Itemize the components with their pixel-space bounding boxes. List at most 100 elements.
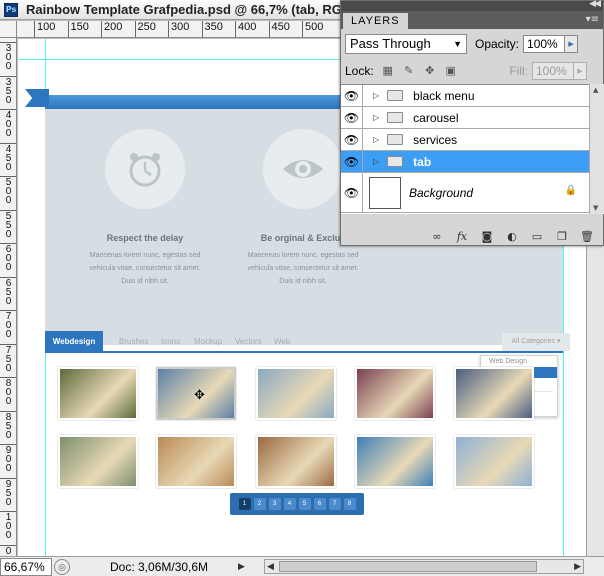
lock-transparency-icon[interactable]: ▦ [381, 64, 395, 78]
thumbnail-image [357, 369, 433, 418]
trash-icon[interactable]: 🗑 [579, 230, 595, 244]
folder-icon [387, 156, 404, 167]
eye-icon[interactable]: 👁 [341, 172, 363, 213]
panel-header[interactable]: ◀◀ [341, 0, 603, 11]
scroll-left-icon[interactable]: ◀ [267, 560, 274, 573]
portfolio-thumbnail[interactable] [454, 367, 534, 420]
tab-mockup[interactable]: Mockup [194, 331, 222, 353]
category-select[interactable]: All Categories ▾ [502, 333, 570, 351]
ruler-tick-label: 300 [0, 42, 16, 72]
eye-icon[interactable]: 👁 [341, 106, 363, 129]
ruler-origin[interactable] [0, 21, 17, 38]
tab-web[interactable]: Web [274, 331, 290, 353]
link-icon[interactable]: ∞ [429, 230, 445, 244]
opacity-input[interactable]: 100% [523, 35, 566, 53]
folder-icon [387, 90, 404, 101]
collapse-icon[interactable]: ◀◀ [589, 0, 601, 9]
page-button[interactable]: 7 [328, 498, 341, 510]
portfolio-thumbnail[interactable] [256, 367, 336, 420]
portfolio-thumbnail[interactable] [454, 435, 534, 488]
tab-webdesign[interactable]: Webdesign [45, 331, 103, 353]
lock-move-icon[interactable]: ✥ [423, 64, 437, 78]
opacity-label: Opacity: [475, 37, 520, 51]
lock-fill-row: Lock: ▦ ✎ ✥ ▣ Fill: 100% ▶ [341, 59, 603, 83]
adjustment-icon[interactable]: ◐ [504, 230, 520, 244]
service-title: Respect the delay [106, 233, 184, 243]
scroll-right-icon[interactable]: ▶ [574, 560, 581, 573]
thumbnail-image [158, 437, 234, 486]
ruler-tick-label: 500 [302, 21, 323, 37]
layer-row-tab[interactable]: 👁 ▷ tab [341, 150, 589, 173]
layer-thumbnail [369, 176, 401, 209]
tab-vectors[interactable]: Vectors [235, 331, 262, 353]
panel-tab-bar: LAYERS ▾≡ [341, 11, 603, 29]
ruler-tick-label: 650 [0, 276, 16, 306]
page-button[interactable]: 2 [253, 498, 266, 510]
page-button[interactable]: 6 [313, 498, 326, 510]
portfolio-thumbnail[interactable] [156, 435, 236, 488]
ruler-tick-label: 900 [0, 444, 16, 474]
eye-icon[interactable]: 👁 [341, 150, 363, 173]
portfolio-thumbnail[interactable] [355, 435, 435, 488]
play-right-icon[interactable]: ▶ [238, 561, 245, 572]
layer-row-carousel[interactable]: 👁 ▷ carousel [341, 106, 589, 129]
info-icon[interactable]: ◎ [54, 558, 70, 575]
scrollbar-thumb[interactable] [279, 561, 537, 572]
opacity-slider-toggle[interactable]: ▶ [565, 35, 579, 53]
document-info[interactable]: Doc: 3,06M/30,6M [110, 560, 208, 574]
thumbnail-image [357, 437, 433, 486]
ruler-tick-label: 100 [0, 511, 16, 541]
portfolio-thumbnail[interactable] [58, 367, 138, 420]
ruler-tick-label: 350 [201, 21, 223, 37]
fill-slider-toggle[interactable]: ▶ [574, 62, 587, 80]
folder-icon [387, 134, 404, 145]
chevron-down-icon: ▼ [453, 39, 462, 49]
scroll-up-icon[interactable]: ▲ [593, 86, 598, 94]
layer-row-black-menu[interactable]: 👁 ▷ black menu [341, 84, 589, 107]
layers-scrollbar[interactable]: ▲ ▼ [589, 84, 604, 214]
blend-mode-select[interactable]: Pass Through ▼ [345, 34, 467, 54]
lock-paint-icon[interactable]: ✎ [402, 64, 416, 78]
new-layer-icon[interactable]: ❐ [554, 230, 570, 244]
page-button[interactable]: 3 [268, 498, 281, 510]
layer-row-services[interactable]: 👁 ▷ services [341, 128, 589, 151]
ruler-tick-label: 450 [268, 21, 290, 37]
vertical-ruler[interactable]: 300 350 400 450 500 550 600 650 700 750 800 850 900 9… [0, 38, 17, 556]
fill-input[interactable]: 100% [532, 62, 574, 80]
eye-icon[interactable]: 👁 [341, 84, 363, 107]
ruler-tick-label: 550 [0, 209, 16, 239]
portfolio-thumbnail[interactable] [58, 435, 138, 488]
ruler-tick-label: 400 [235, 21, 256, 37]
lock-all-icon[interactable]: ▣ [444, 64, 458, 78]
portfolio-thumbnail[interactable] [256, 435, 336, 488]
fx-icon[interactable]: fx [454, 230, 470, 244]
expand-triangle-icon[interactable]: ▷ [373, 113, 379, 122]
eye-icon[interactable]: 👁 [341, 128, 363, 151]
page-button[interactable]: 4 [283, 498, 296, 510]
expand-triangle-icon[interactable]: ▷ [373, 135, 379, 144]
scroll-down-icon[interactable]: ▼ [593, 204, 598, 212]
page-button[interactable]: 5 [298, 498, 311, 510]
layers-panel: ◀◀ LAYERS ▾≡ Pass Through ▼ Opacity: 100… [340, 0, 604, 246]
page-button[interactable]: 1 [238, 498, 251, 510]
zoom-field[interactable]: 66,67% [0, 557, 52, 576]
alarm-clock-icon [105, 129, 185, 209]
portfolio-thumbnail[interactable] [355, 367, 435, 420]
layer-row-background[interactable]: 👁 Background 🔒 [341, 172, 589, 213]
tab-brushes[interactable]: Brushes [119, 331, 148, 353]
ruler-tick-label: 100 [34, 21, 55, 37]
page-button[interactable]: 8 [343, 498, 356, 510]
portfolio-thumbnail[interactable]: ✥ [156, 367, 236, 420]
layer-name: services [413, 132, 458, 147]
category-option[interactable]: Web Design [481, 356, 557, 367]
pagination: 12345678 [230, 493, 364, 515]
tab-icons[interactable]: Icons [161, 331, 180, 353]
panel-menu-icon[interactable]: ▾≡ [586, 14, 599, 25]
tab-layers[interactable]: LAYERS [343, 13, 408, 29]
horizontal-scrollbar[interactable]: ◀ ▶ [264, 559, 584, 574]
new-group-icon[interactable]: ▭ [529, 230, 545, 244]
expand-triangle-icon[interactable]: ▷ [373, 91, 379, 100]
mask-icon[interactable]: ◙ [479, 230, 495, 244]
expand-triangle-icon[interactable]: ▷ [373, 157, 379, 166]
ruler-tick-label: 750 [0, 343, 16, 373]
